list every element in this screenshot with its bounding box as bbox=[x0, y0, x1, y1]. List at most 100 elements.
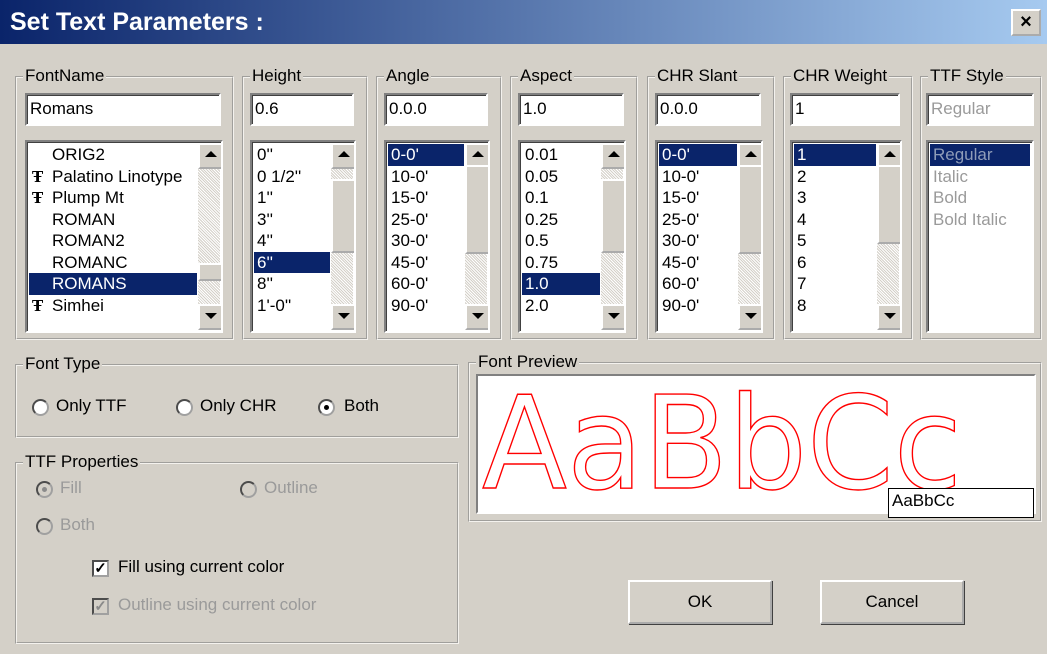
height-list-item[interactable]: 8'' bbox=[254, 273, 330, 295]
aspect-list-item[interactable]: 0.1 bbox=[522, 187, 600, 209]
scroll-thumb[interactable] bbox=[738, 165, 761, 254]
aspect-list-item[interactable]: 0.01 bbox=[522, 144, 600, 166]
only-ttf-radio[interactable] bbox=[32, 399, 49, 416]
aspect-list[interactable]: 0.01 0.05 0.1 0.25 0.5 0.75 1.0 2.0 bbox=[518, 140, 626, 333]
both-label[interactable]: Both bbox=[344, 396, 379, 416]
chr-weight-input[interactable]: 1 bbox=[790, 93, 900, 126]
chr-slant-list-item[interactable]: 60-0' bbox=[659, 273, 737, 295]
height-list-item[interactable]: 1'-0'' bbox=[254, 295, 330, 317]
fill-current-color-checkbox[interactable]: ✓ bbox=[92, 560, 109, 577]
only-chr-radio[interactable] bbox=[176, 399, 193, 416]
ttf-style-list-item[interactable]: Bold Italic bbox=[930, 209, 1030, 231]
scroll-thumb[interactable] bbox=[601, 179, 624, 253]
chr-weight-list[interactable]: 12345678 bbox=[790, 140, 902, 333]
chr-slant-list-item[interactable]: 90-0' bbox=[659, 295, 737, 317]
aspect-scrollbar[interactable] bbox=[601, 143, 624, 330]
both-ttf-label[interactable]: Both bbox=[60, 515, 95, 535]
chr-slant-list-item[interactable]: 30-0' bbox=[659, 230, 737, 252]
aspect-list-item[interactable]: 0.5 bbox=[522, 230, 600, 252]
angle-list-item[interactable]: 30-0' bbox=[388, 230, 464, 252]
chr-weight-scrollbar[interactable] bbox=[877, 143, 900, 330]
outline-current-color-checkbox[interactable]: ✓ bbox=[92, 598, 109, 615]
height-scrollbar[interactable] bbox=[331, 143, 354, 330]
scroll-up-button[interactable] bbox=[331, 143, 354, 169]
chr-slant-scrollbar[interactable] bbox=[738, 143, 761, 330]
chr-weight-list-item[interactable]: 4 bbox=[794, 209, 876, 231]
angle-list-item[interactable]: 90-0' bbox=[388, 295, 464, 317]
angle-scrollbar[interactable] bbox=[465, 143, 488, 330]
scroll-thumb[interactable] bbox=[198, 263, 221, 281]
ttf-style-input[interactable]: Regular bbox=[926, 93, 1034, 126]
scroll-down-button[interactable] bbox=[601, 304, 624, 330]
ttf-style-list-item[interactable]: Italic bbox=[930, 166, 1030, 188]
chr-weight-list-item[interactable]: 1 bbox=[794, 144, 876, 166]
chr-slant-list[interactable]: 0-0' 10-0' 15-0' 25-0' 30-0' 45-0' 60-0' 90-0' bbox=[655, 140, 763, 333]
angle-input[interactable]: 0.0.0 bbox=[384, 93, 488, 126]
outline-current-color-label[interactable]: Outline using current color bbox=[118, 595, 316, 615]
fontname-scrollbar[interactable] bbox=[198, 143, 221, 330]
angle-list-item[interactable]: 25-0' bbox=[388, 209, 464, 231]
scroll-down-button[interactable] bbox=[465, 304, 488, 330]
fontname-list-item[interactable]: ORIG2 bbox=[29, 144, 197, 166]
fill-radio[interactable] bbox=[36, 481, 53, 498]
only-ttf-label[interactable]: Only TTF bbox=[56, 396, 127, 416]
height-list-item[interactable]: 0 1/2'' bbox=[254, 166, 330, 188]
height-list-item[interactable]: 1'' bbox=[254, 187, 330, 209]
fontname-list[interactable]: ORIG2 Ŧ Palatino Linotype Ŧ Plump Mt ROMAN ROM… bbox=[25, 140, 223, 333]
outline-label[interactable]: Outline bbox=[264, 478, 318, 498]
scroll-up-button[interactable] bbox=[198, 143, 221, 169]
cancel-button[interactable]: Cancel bbox=[820, 580, 964, 624]
scroll-down-button[interactable] bbox=[331, 304, 354, 330]
both-radio[interactable] bbox=[318, 399, 335, 416]
chr-slant-list-item[interactable]: 45-0' bbox=[659, 252, 737, 274]
fontname-list-item[interactable]: ROMAN2 bbox=[29, 230, 197, 252]
angle-list-item[interactable]: 45-0' bbox=[388, 252, 464, 274]
chr-slant-list-item[interactable]: 0-0' bbox=[659, 144, 737, 166]
aspect-list-item[interactable]: 0.05 bbox=[522, 166, 600, 188]
scroll-up-button[interactable] bbox=[601, 143, 624, 169]
scroll-thumb[interactable] bbox=[331, 179, 354, 253]
chr-weight-list-item[interactable]: 7 bbox=[794, 273, 876, 295]
angle-list-item[interactable]: 60-0' bbox=[388, 273, 464, 295]
close-button[interactable]: × bbox=[1011, 9, 1041, 36]
scroll-down-button[interactable] bbox=[877, 304, 900, 330]
height-list-item[interactable]: 6'' bbox=[254, 251, 330, 273]
chr-slant-list-item[interactable]: 10-0' bbox=[659, 166, 737, 188]
ttf-style-list-item[interactable]: Regular bbox=[930, 144, 1030, 166]
chr-slant-input[interactable]: 0.0.0 bbox=[655, 93, 761, 126]
aspect-input[interactable]: 1.0 bbox=[518, 93, 624, 126]
scroll-down-button[interactable] bbox=[198, 304, 221, 330]
scroll-down-button[interactable] bbox=[738, 304, 761, 330]
ttf-style-list-item[interactable]: Bold bbox=[930, 187, 1030, 209]
aspect-list-item[interactable]: 2.0 bbox=[522, 295, 600, 317]
chr-weight-list-item[interactable]: 8 bbox=[794, 295, 876, 317]
aspect-list-item[interactable]: 1.0 bbox=[522, 273, 600, 295]
aspect-list-item[interactable]: 0.75 bbox=[522, 252, 600, 274]
fontname-input[interactable]: Romans bbox=[25, 93, 221, 126]
title-bar[interactable]: Set Text Parameters : × bbox=[0, 0, 1047, 44]
font-preview-input[interactable]: AaBbCc bbox=[888, 488, 1034, 518]
chr-weight-list-item[interactable]: 6 bbox=[794, 252, 876, 274]
chr-weight-list-item[interactable]: 5 bbox=[794, 230, 876, 252]
angle-list-item[interactable]: 10-0' bbox=[388, 166, 464, 188]
chr-weight-list-item[interactable]: 3 bbox=[794, 187, 876, 209]
both-ttf-radio[interactable] bbox=[36, 518, 53, 535]
height-list[interactable]: 0'' 0 1/2'' 1'' 3'' 4'' 6'' 8'' 1'-0'' bbox=[250, 140, 356, 333]
fill-label[interactable]: Fill bbox=[60, 478, 82, 498]
only-chr-label[interactable]: Only CHR bbox=[200, 396, 277, 416]
chr-weight-list-item[interactable]: 2 bbox=[794, 166, 876, 188]
angle-list-item[interactable]: 0-0' bbox=[388, 144, 464, 166]
outline-radio[interactable] bbox=[240, 481, 257, 498]
fontname-list-item[interactable]: Ŧ Simhei bbox=[29, 295, 197, 317]
chr-slant-list-item[interactable]: 15-0' bbox=[659, 187, 737, 209]
ttf-style-list[interactable]: Regular Italic Bold Bold Italic bbox=[926, 140, 1034, 333]
fontname-list-item[interactable]: Ŧ Palatino Linotype bbox=[29, 166, 197, 188]
scroll-thumb[interactable] bbox=[465, 165, 488, 254]
fontname-list-item[interactable]: ROMANS bbox=[29, 273, 197, 295]
chr-slant-list-item[interactable]: 25-0' bbox=[659, 209, 737, 231]
fill-current-color-label[interactable]: Fill using current color bbox=[118, 557, 284, 577]
angle-list[interactable]: 0-0' 10-0' 15-0' 25-0' 30-0' 45-0' 60-0' 90-0' bbox=[384, 140, 490, 333]
height-list-item[interactable]: 3'' bbox=[254, 209, 330, 231]
fontname-list-item[interactable]: Ŧ Plump Mt bbox=[29, 187, 197, 209]
fontname-list-item[interactable]: ROMAN bbox=[29, 209, 197, 231]
